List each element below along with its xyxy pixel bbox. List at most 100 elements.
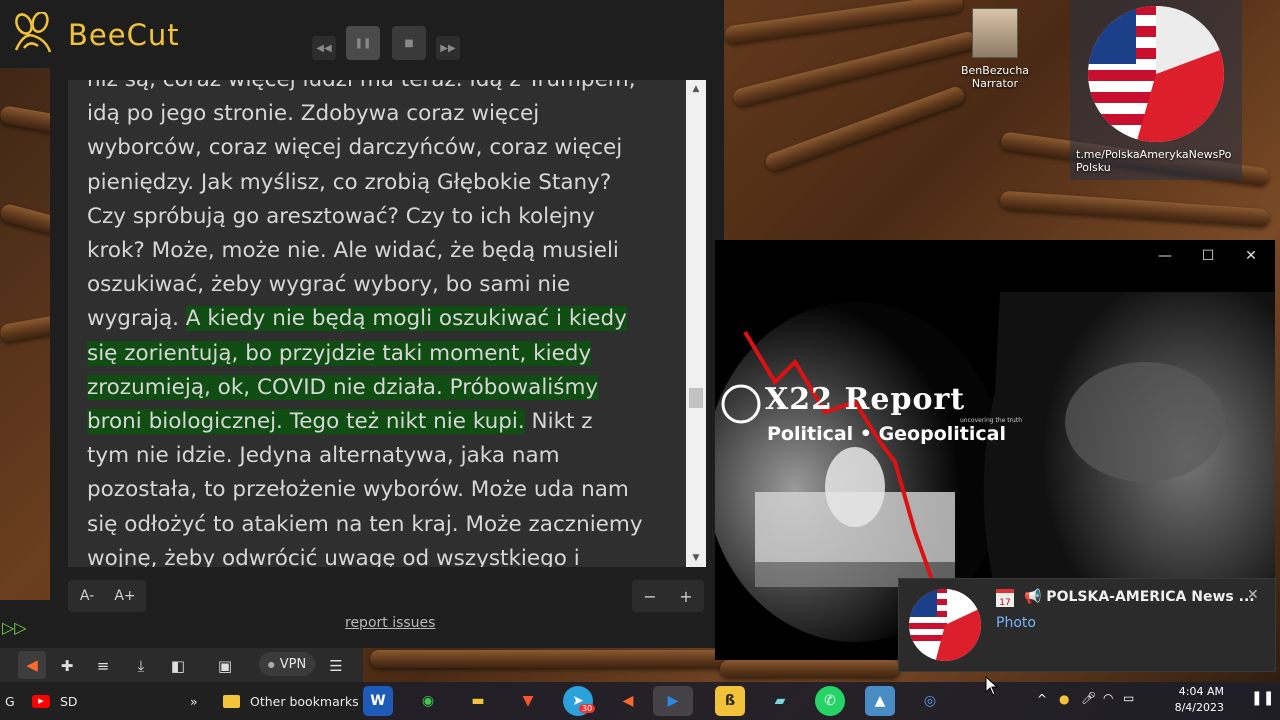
other-bookmarks[interactable]: Other bookmarks <box>250 694 359 709</box>
highlighted-segment: się zorientują, bo przyjdzie taki moment… <box>87 340 592 366</box>
sidebar-icon[interactable]: ◧ <box>168 656 188 676</box>
youtube-icon[interactable]: ▶ <box>32 694 50 708</box>
us-poland-flag-icon <box>1088 6 1224 142</box>
notification-close-icon[interactable]: ✕ <box>1247 587 1259 603</box>
speaker-app-icon[interactable]: ◀ <box>613 686 643 716</box>
maximize-button[interactable]: ☐ <box>1198 246 1218 266</box>
pause-button[interactable]: ❚❚ <box>346 26 380 60</box>
telegram-badge: 30 <box>579 704 596 713</box>
narrator-avatar <box>972 8 1018 58</box>
pause-tray-icon[interactable]: ❚❚ <box>1251 690 1274 706</box>
word-icon[interactable]: W <box>363 686 393 716</box>
beecut-icon[interactable]: ß <box>715 686 745 716</box>
scroll-thumb[interactable] <box>689 388 703 408</box>
microphone-icon[interactable]: 🎤︎ <box>1081 691 1096 705</box>
clock-date: 8/4/2023 <box>1174 701 1224 714</box>
bookmark-g[interactable]: G <box>5 694 15 709</box>
menu-icon[interactable]: ☰ <box>326 656 346 676</box>
app-title: BeeCut <box>68 18 180 52</box>
video-titlebar: — ☐ ✕ <box>715 240 1275 272</box>
photos-icon[interactable]: ▲ <box>865 686 895 716</box>
reader-text: niż są, coraz więcej ludzi ma teraz. Idą… <box>87 80 677 567</box>
text-line: się zorientują, bo przyjdzie taki moment… <box>87 337 677 371</box>
notes-app-icon[interactable]: ▰ <box>765 686 795 716</box>
download-icon[interactable]: ⤓ <box>131 656 151 676</box>
zoom-out-button[interactable]: − <box>632 587 668 606</box>
text-line: tym nie idzie. Jedyna alternatywa, jaka … <box>87 443 560 469</box>
calendar-icon: 17 <box>996 589 1014 608</box>
bookmark-sd[interactable]: SD <box>60 694 78 709</box>
reader-scrollbar[interactable]: ▲ ▼ <box>686 80 706 567</box>
zoom-controls: − + <box>632 580 704 612</box>
desktop-icon-telegram-link[interactable]: t.me/PolskaAmerykaNewsPo Polsku <box>1070 0 1242 180</box>
telegram-notification[interactable]: 17 📢 POLSKA-AMERICA News ... Photo ✕ <box>898 578 1276 672</box>
brave-icon[interactable]: ▼ <box>513 686 543 716</box>
whatsapp-icon[interactable]: ✆ <box>815 686 845 716</box>
font-decrease-button[interactable]: A- <box>68 588 106 604</box>
minimize-button[interactable]: — <box>1155 246 1175 266</box>
tray-app-icon[interactable]: ● <box>1059 692 1069 706</box>
notification-flag-icon <box>909 589 981 661</box>
wifi-icon[interactable]: ◠ <box>1103 691 1113 705</box>
reader-text-area[interactable]: niż są, coraz więcej ludzi ma teraz. Idą… <box>68 80 706 567</box>
notification-title: 📢 POLSKA-AMERICA News ... <box>1024 589 1255 605</box>
highlighted-segment: A kiedy nie będą mogli oszukiwać i kiedy <box>185 306 627 332</box>
system-clock[interactable]: 4:04 AM 8/4/2023 <box>1148 684 1224 716</box>
telegram-label-1: t.me/PolskaAmerykaNewsPo <box>1076 148 1232 161</box>
x22-subtitle: Political • Geopolitical <box>767 423 1006 445</box>
text-line: zrozumieją, ok, COVID nie działa. Próbow… <box>87 371 677 405</box>
rewind-button[interactable]: ◀◀ <box>312 36 336 60</box>
vpn-dot-icon: ● <box>267 659 275 669</box>
wallet-icon[interactable]: ▣ <box>215 656 235 676</box>
narrator-label-1: BenBezucha <box>960 64 1030 77</box>
text-line: pozostała, to przełożenie wyborów. Może … <box>87 477 629 503</box>
stop-button[interactable]: ■ <box>392 26 426 60</box>
telegram-label-2: Polsku <box>1076 161 1111 174</box>
text-line: niż są, coraz więcej ludzi ma teraz. Idą… <box>87 80 677 97</box>
text-segment: Nikt z <box>524 409 593 435</box>
bookmarks-overflow[interactable]: » <box>190 694 198 709</box>
font-size-controls: A- A+ <box>68 580 146 612</box>
text-line: pieniędzy. Jak myślisz, co zrobią Głębok… <box>87 169 612 195</box>
left-app-strip: ▷▷ <box>0 600 50 648</box>
text-line: oszukiwać, żeby wygrać wybory, bo sami n… <box>87 272 571 298</box>
font-increase-button[interactable]: A+ <box>106 588 144 604</box>
extensions-icon[interactable]: ✚ <box>57 656 77 676</box>
desktop-icon-narrator[interactable]: BenBezucha Narrator <box>950 8 1040 90</box>
tray-expand-icon[interactable]: ^ <box>1037 692 1047 706</box>
close-button[interactable]: ✕ <box>1241 246 1261 266</box>
clock-time: 4:04 AM <box>1178 685 1224 698</box>
network-icon[interactable]: ▭ <box>1123 691 1134 705</box>
text-line: wygrają. A kiedy nie będą mogli oszukiwa… <box>87 302 677 336</box>
chrome-app-icon[interactable]: ◎ <box>915 686 945 716</box>
text-line: idą po jego stronie. Zdobywa coraz więce… <box>87 101 540 127</box>
x22-report-title: X22 Report <box>765 382 966 417</box>
scroll-up-icon[interactable]: ▲ <box>686 80 706 98</box>
report-issues-link[interactable]: report issues <box>345 615 435 631</box>
narrator-label-2: Narrator <box>971 77 1019 90</box>
play-green-icon[interactable]: ▷▷ <box>2 618 27 637</box>
bookmarks-bar: G ▶ SD » Other bookmarks <box>0 682 363 720</box>
playlist-icon[interactable]: ≡ <box>93 656 113 676</box>
green-app-icon[interactable]: ◉ <box>413 686 443 716</box>
bee-logo-icon <box>14 12 52 53</box>
text-line: się odłożyć to atakiem na ten kraj. Może… <box>87 511 643 537</box>
forward-button[interactable]: ▶▶ <box>436 36 460 60</box>
text-line: wyborców, coraz więcej darczyńców, coraz… <box>87 135 623 161</box>
file-explorer-icon[interactable]: ▬ <box>463 686 493 716</box>
vpn-button[interactable]: ● VPN <box>259 652 315 676</box>
text-line: wojnę, żeby odwrócić uwagę od wszystkieg… <box>87 545 580 567</box>
zoom-in-button[interactable]: + <box>668 587 704 606</box>
text-line: broni biologicznej. Tego też nikt nie ku… <box>87 405 677 439</box>
scroll-down-icon[interactable]: ▼ <box>686 549 706 567</box>
beecut-header: BeeCut ◀◀ ❚❚ ■ ▶▶ <box>0 0 724 68</box>
highlighted-segment: zrozumieją, ok, COVID nie działa. Próbow… <box>87 374 599 400</box>
text-line: krok? Może, może nie. Ale widać, że będą… <box>87 238 619 264</box>
folder-icon <box>223 694 240 708</box>
windows-taskbar: W ◉ ▬ ▼ ➤ 30 ◀ ▶ ß ▰ ✆ ▲ ◎ ^ ● 🎤︎ ◠ ▭ ❚❚ <box>363 682 1280 720</box>
text-segment: wygrają. <box>87 306 186 332</box>
speaker-extension-icon[interactable]: ◀ <box>18 651 46 679</box>
notification-subtitle: Photo <box>996 615 1036 631</box>
text-line: Czy spróbują go aresztować? Czy to ich k… <box>87 203 595 229</box>
video-player-icon[interactable]: ▶ <box>653 686 693 716</box>
